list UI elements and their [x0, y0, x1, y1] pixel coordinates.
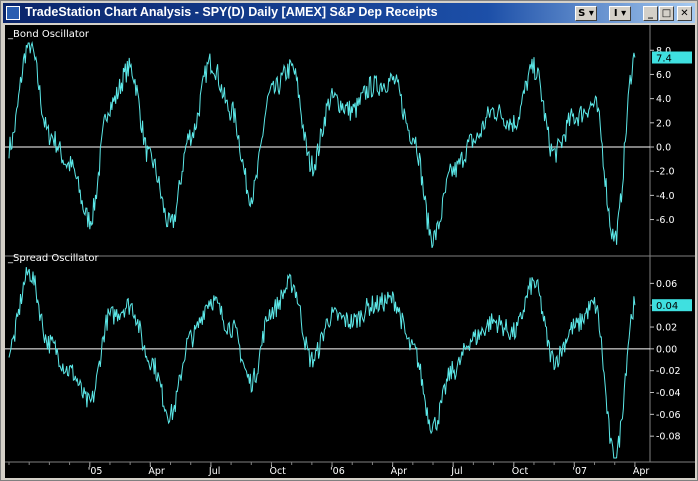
minimize-icon[interactable]: _ — [643, 6, 658, 21]
spread-oscillator-title: _Spread Oscillator — [7, 253, 99, 264]
y-tick-label: -4.0 — [656, 191, 675, 202]
chart-area[interactable]: _Bond Oscillator 8.0 6.0 4.0 2.0 0.0 -2.0 -4.0-… — [5, 25, 695, 478]
x-tick-label: Jul — [208, 466, 220, 477]
y-tick-label: 0.06 — [656, 279, 677, 290]
x-tick-label: Jul — [450, 466, 462, 477]
y-tick-label: -0.02 — [656, 366, 681, 377]
x-tick-label: '05 — [88, 466, 103, 477]
x-tick-label: Oct — [512, 466, 529, 477]
y-tick-label: 6.0 — [656, 70, 671, 81]
maximize-icon[interactable]: □ — [659, 6, 674, 21]
x-tick-label: '07 — [572, 466, 587, 477]
window-title: TradeStation Chart Analysis - SPY(D) Dai… — [25, 5, 438, 19]
x-tick-label: Oct — [269, 466, 286, 477]
x-tick-label: Apr — [633, 466, 650, 477]
y-tick-label: -0.08 — [656, 432, 681, 443]
y-tick-label: -0.06 — [656, 410, 681, 421]
x-tick-label: Apr — [148, 466, 165, 477]
y-tick-label: 0.00 — [656, 344, 677, 355]
last-value-label: 7.4 — [656, 54, 672, 65]
bond-oscillator-title: _Bond Oscillator — [7, 29, 90, 40]
x-tick-label: Apr — [391, 466, 408, 477]
y-tick-label: -0.04 — [656, 388, 681, 399]
symbol-menu-button[interactable]: S ▾ — [575, 6, 597, 21]
last-value-label: 0.04 — [656, 301, 678, 312]
spread-oscillator-line — [8, 266, 636, 459]
chart-svg[interactable]: _Bond Oscillator8.06.04.02.00.0-2.0-4.0-… — [5, 25, 695, 478]
y-tick-label: 0.02 — [656, 323, 677, 334]
y-tick-label: 2.0 — [656, 118, 671, 129]
bond-oscillator-line — [8, 41, 636, 248]
y-tick-label: -6.0 — [656, 215, 675, 226]
interval-menu-button[interactable]: I ▾ — [609, 6, 631, 21]
app-icon[interactable] — [6, 6, 20, 20]
title-bar[interactable]: TradeStation Chart Analysis - SPY(D) Dai… — [3, 3, 695, 23]
y-tick-label: -2.0 — [656, 167, 675, 178]
x-tick-label: '06 — [330, 466, 345, 477]
chart-window: TradeStation Chart Analysis - SPY(D) Dai… — [0, 0, 698, 481]
y-tick-label: 4.0 — [656, 94, 671, 105]
close-icon[interactable]: ✕ — [677, 6, 692, 21]
y-tick-label: 0.0 — [656, 143, 671, 154]
